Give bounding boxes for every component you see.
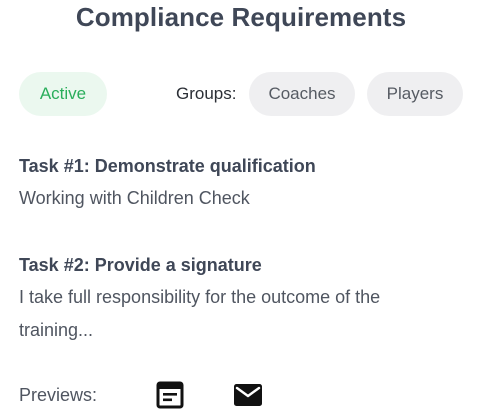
task-title: Task #1: Demonstrate qualification: [19, 156, 316, 176]
form-preview-icon[interactable]: [155, 380, 185, 410]
groups-label: Groups:: [176, 84, 237, 103]
page-title: Compliance Requirements: [75, 2, 407, 32]
group-chip-coaches[interactable]: Coaches: [249, 72, 355, 116]
mail-preview-icon[interactable]: [233, 380, 263, 410]
status-badge[interactable]: Active: [19, 72, 107, 116]
task-description: I take full responsibility for the outco…: [19, 287, 381, 340]
status-row: Active Groups: Coaches Players: [19, 72, 463, 116]
task-title: Task #2: Provide a signature: [19, 255, 262, 275]
mail-preview-icon-graphic: [234, 384, 262, 406]
task-item: Task #2: Provide a signature I take full…: [19, 253, 459, 347]
task-item: Task #1: Demonstrate qualification Worki…: [19, 154, 459, 215]
form-preview-icon-graphic: [156, 381, 184, 409]
task-description: Working with Children Check: [19, 188, 250, 208]
previews-row: Previews:: [19, 378, 319, 412]
group-chip-players[interactable]: Players: [367, 72, 463, 116]
previews-label: Previews:: [19, 385, 98, 405]
compliance-card: Compliance Requirements Active Groups: C…: [0, 0, 482, 420]
